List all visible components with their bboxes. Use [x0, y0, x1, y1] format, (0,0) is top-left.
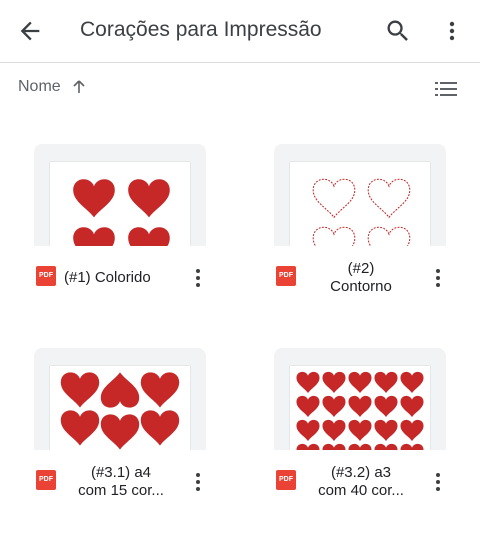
list-view-icon[interactable]	[434, 78, 458, 100]
file-name-line: Contorno	[330, 278, 392, 295]
file-name-line: com 15 cor...	[78, 482, 164, 499]
more-vert-icon[interactable]	[432, 470, 444, 494]
file-meta: PDF (#1) Colorido	[34, 256, 206, 300]
file-name: (#3.1) a4 com 15 cor...	[64, 460, 178, 504]
file-name: (#1) Colorido	[64, 256, 178, 300]
search-icon[interactable]	[384, 17, 412, 45]
pdf-page-preview	[50, 162, 190, 246]
file-meta: PDF (#3.2) a3 com 40 cor...	[274, 460, 446, 504]
file-name: (#2) Contorno	[304, 256, 418, 300]
sort-bar: Nome	[0, 62, 480, 114]
pdf-icon: PDF	[276, 266, 296, 286]
more-vert-icon[interactable]	[432, 266, 444, 290]
more-vert-icon[interactable]	[192, 470, 204, 494]
file-name-line: (#3.1) a4	[90, 464, 152, 481]
pdf-page-preview	[50, 366, 190, 450]
hearts-image	[296, 371, 424, 450]
pdf-page-preview	[290, 366, 430, 450]
file-meta: PDF (#3.1) a4 com 15 cor...	[34, 460, 206, 504]
file-thumbnail	[274, 144, 446, 246]
more-vert-icon[interactable]	[440, 17, 464, 45]
page-title: Corações para Impressão	[80, 18, 322, 41]
pdf-icon: PDF	[276, 470, 296, 490]
arrow-back-icon[interactable]	[16, 17, 44, 45]
file-name-line: (#3.2) a3	[330, 464, 392, 481]
pdf-icon: PDF	[36, 470, 56, 490]
app-bar: Corações para Impressão	[0, 0, 480, 63]
file-meta: PDF (#2) Contorno	[274, 256, 446, 300]
arrow-upward-icon	[73, 80, 85, 93]
sort-label: Nome	[18, 78, 61, 95]
pdf-page-preview	[290, 162, 430, 246]
file-name-line: (#2)	[347, 260, 375, 277]
pdf-icon: PDF	[36, 266, 56, 286]
file-name-line: com 40 cor...	[318, 482, 404, 499]
file-name-line: (#1) Colorido	[64, 269, 151, 286]
hearts-image	[60, 372, 180, 450]
more-vert-icon[interactable]	[192, 266, 204, 290]
file-thumbnail	[34, 348, 206, 450]
file-name: (#3.2) a3 com 40 cor...	[304, 460, 418, 504]
hearts-image	[73, 179, 170, 246]
sort-by-name-button[interactable]: Nome	[18, 78, 87, 96]
file-thumbnail	[34, 144, 206, 246]
file-thumbnail	[274, 348, 446, 450]
hearts-outline-image	[312, 178, 411, 246]
